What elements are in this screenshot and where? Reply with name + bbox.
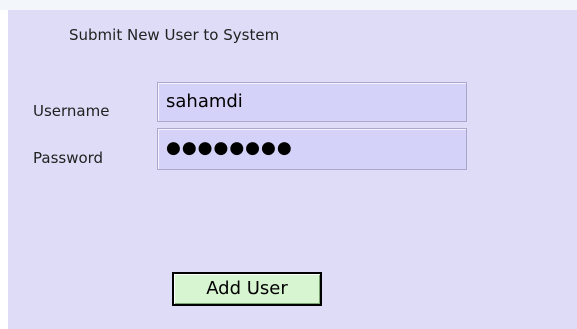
username-input[interactable]: sahamdi (157, 82, 467, 122)
password-label: Password (33, 149, 104, 167)
top-strip (0, 0, 577, 10)
form-title: Submit New User to System (69, 26, 280, 44)
password-input[interactable]: ●●●●●●●● (157, 128, 467, 170)
add-user-button[interactable]: Add User (172, 272, 322, 306)
username-label: Username (33, 102, 110, 120)
